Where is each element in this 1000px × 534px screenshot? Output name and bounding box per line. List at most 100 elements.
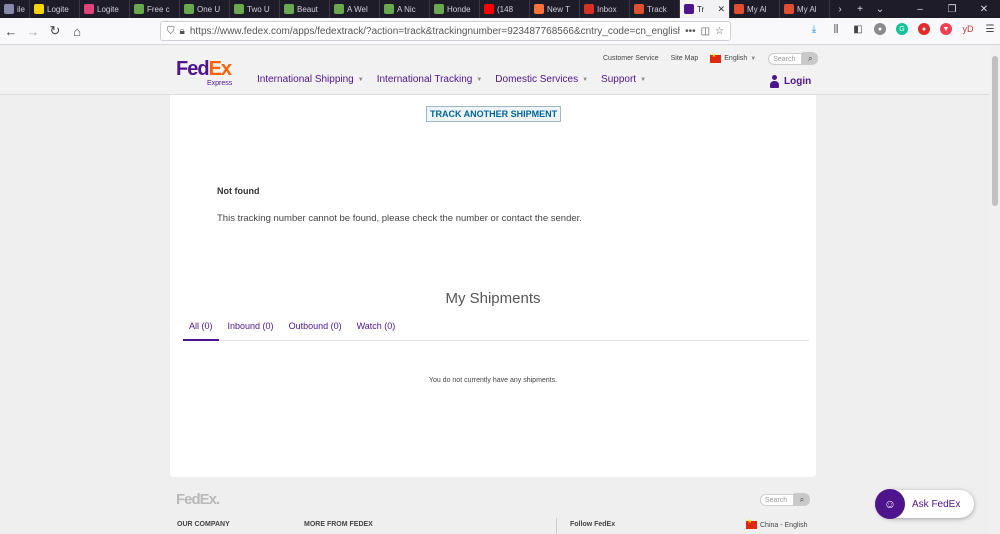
scrollbar-thumb[interactable] — [992, 56, 998, 206]
tab-favicon-icon — [434, 4, 444, 14]
browser-tab[interactable]: My Al — [780, 0, 830, 18]
footer-search-input[interactable]: Search — [760, 493, 794, 506]
fedex-logo[interactable]: FedEx — [176, 58, 232, 80]
tab-title: Honde — [447, 4, 471, 14]
browser-tab[interactable]: One U — [180, 0, 230, 18]
nav-international-tracking[interactable]: International Tracking ▼ — [377, 74, 483, 85]
site-map-link[interactable]: Site Map — [671, 55, 699, 62]
close-window-icon[interactable]: ✕ — [968, 4, 1000, 15]
nav-international-shipping[interactable]: International Shipping ▼ — [257, 74, 364, 85]
browser-tab[interactable]: Inbox — [580, 0, 630, 18]
tab-favicon-icon — [84, 4, 94, 14]
empty-shipments-message: You do not currently have any shipments. — [428, 377, 558, 384]
language-selector[interactable]: English ▼ — [710, 52, 756, 63]
chevron-down-icon: ▼ — [476, 76, 483, 83]
logo-fed-text: Fed — [176, 58, 210, 80]
customer-service-link[interactable]: Customer Service — [603, 55, 659, 62]
browser-tab[interactable]: A Nic — [380, 0, 430, 18]
tab-favicon-icon — [184, 4, 194, 14]
utility-nav: Customer Service Site Map English ▼ Sear… — [603, 52, 819, 65]
new-tab-icon[interactable]: + — [850, 4, 870, 15]
tab-title: ile — [17, 4, 25, 14]
ask-fedex-label: Ask FedEx — [912, 498, 961, 510]
browser-tab[interactable]: Free c — [130, 0, 180, 18]
download-icon[interactable]: ⤓ — [808, 23, 820, 35]
tab-title: My Al — [797, 4, 817, 14]
footer-region-label: China - English — [760, 521, 808, 529]
my-shipments-title: My Shipments — [445, 290, 541, 307]
tab-title: Inbox — [597, 4, 617, 14]
browser-tab[interactable]: Beaut — [280, 0, 330, 18]
browser-tab[interactable]: A Wel — [330, 0, 380, 18]
browser-tab[interactable]: Track — [630, 0, 680, 18]
minimize-window-icon[interactable]: – — [904, 4, 936, 15]
browser-navigation-bar: ← → ↻ ⌂ ⛉ 🔒︎ https://www.fedex.com/apps/… — [0, 18, 1000, 45]
bookmark-star-icon[interactable]: ☆ — [715, 26, 724, 37]
menu-icon[interactable]: ☰ — [984, 23, 996, 35]
tab-title: Logite — [47, 4, 69, 14]
sidebar-icon[interactable]: ◧ — [852, 23, 864, 35]
ask-fedex-chat-button[interactable]: ☺ Ask FedEx — [875, 489, 974, 519]
nav-label: Support — [601, 74, 637, 85]
shipment-tabs: All (0) Inbound (0) Outbound (0) Watch (… — [183, 320, 809, 341]
search-icon[interactable]: ⌕ — [794, 493, 810, 506]
login-link[interactable]: Login — [770, 75, 811, 88]
library-icon[interactable]: ⫼ — [830, 23, 842, 35]
tab-favicon-icon — [334, 4, 344, 14]
browser-tab[interactable]: My Al — [730, 0, 780, 18]
header-search-input[interactable]: Search — [768, 52, 803, 65]
tab-favicon-icon — [584, 4, 594, 14]
restore-window-icon[interactable]: ❐ — [936, 4, 968, 15]
tab-all[interactable]: All (0) — [183, 320, 219, 341]
browser-tab[interactable]: Honde — [430, 0, 480, 18]
browser-tab[interactable]: Logite — [30, 0, 80, 18]
footer-follow-heading: Follow FedEx — [570, 521, 616, 528]
tab-favicon-icon — [534, 4, 544, 14]
grammarly-extension-icon[interactable]: G — [896, 23, 908, 35]
tab-favicon-icon — [134, 4, 144, 14]
footer-region-selector[interactable]: China - English — [746, 518, 808, 529]
nav-support[interactable]: Support ▼ — [601, 74, 646, 85]
tab-favicon-icon — [384, 4, 394, 14]
track-another-shipment-button[interactable]: TRACK ANOTHER SHIPMENT — [426, 106, 562, 122]
close-tab-icon[interactable]: ✕ — [717, 4, 725, 15]
tab-title: Free c — [147, 4, 170, 14]
tracking-panel: TRACK ANOTHER SHIPMENT Not found This tr… — [170, 95, 816, 477]
logo-express-label: Express — [207, 80, 233, 87]
account-avatar-icon[interactable]: ● — [874, 23, 886, 35]
nav-domestic-services[interactable]: Domestic Services ▼ — [495, 74, 588, 85]
nav-label: Domestic Services — [495, 74, 579, 85]
search-icon[interactable]: ⌕ — [802, 52, 819, 65]
toolbar-icons: ⤓ ⫼ ◧ ● G ● ▼ yD ☰ — [808, 23, 996, 35]
tab-title: A Nic — [397, 4, 416, 14]
footer-fedex-logo[interactable]: FedEx. — [176, 491, 220, 508]
tab-inbound[interactable]: Inbound (0) — [222, 320, 280, 341]
reload-icon[interactable]: ↻ — [44, 23, 66, 39]
tab-outbound[interactable]: Outbound (0) — [283, 320, 348, 341]
page-actions-icon[interactable]: ••• — [685, 26, 696, 37]
pocket-extension-icon[interactable]: ▼ — [940, 23, 952, 35]
pocket-icon[interactable]: ◫ — [701, 26, 710, 37]
tab-scroll-right-icon[interactable]: › — [830, 4, 850, 15]
tab-list-dropdown-icon[interactable]: ⌄ — [870, 4, 890, 15]
back-icon[interactable]: ← — [0, 24, 22, 39]
adblock-extension-icon[interactable]: ● — [918, 23, 930, 35]
url-text[interactable]: https://www.fedex.com/apps/fedextrack/?a… — [190, 26, 680, 37]
browser-tab[interactable]: New T — [530, 0, 580, 18]
browser-tab[interactable]: Two U — [230, 0, 280, 18]
extension-yd-icon[interactable]: yD — [962, 23, 974, 35]
forward-icon[interactable]: → — [22, 24, 44, 39]
browser-tab[interactable]: Tr ✕ — [680, 0, 730, 18]
browser-tab[interactable]: ile — [0, 0, 30, 18]
lock-icon[interactable]: 🔒︎ — [180, 26, 185, 37]
home-icon[interactable]: ⌂ — [66, 24, 88, 39]
tab-favicon-icon — [284, 4, 294, 14]
tab-title: Beaut — [297, 4, 318, 14]
browser-tab[interactable]: Logite — [80, 0, 130, 18]
shield-icon[interactable]: ⛉ — [167, 26, 175, 37]
tab-list: ile Logite Logite Free c One U Two U Beaut A We… — [0, 0, 830, 18]
tab-watch[interactable]: Watch (0) — [351, 320, 402, 341]
address-bar[interactable]: ⛉ 🔒︎ https://www.fedex.com/apps/fedextra… — [160, 21, 731, 41]
page-scrollbar[interactable] — [990, 46, 1000, 534]
browser-tab[interactable]: (148 — [480, 0, 530, 18]
